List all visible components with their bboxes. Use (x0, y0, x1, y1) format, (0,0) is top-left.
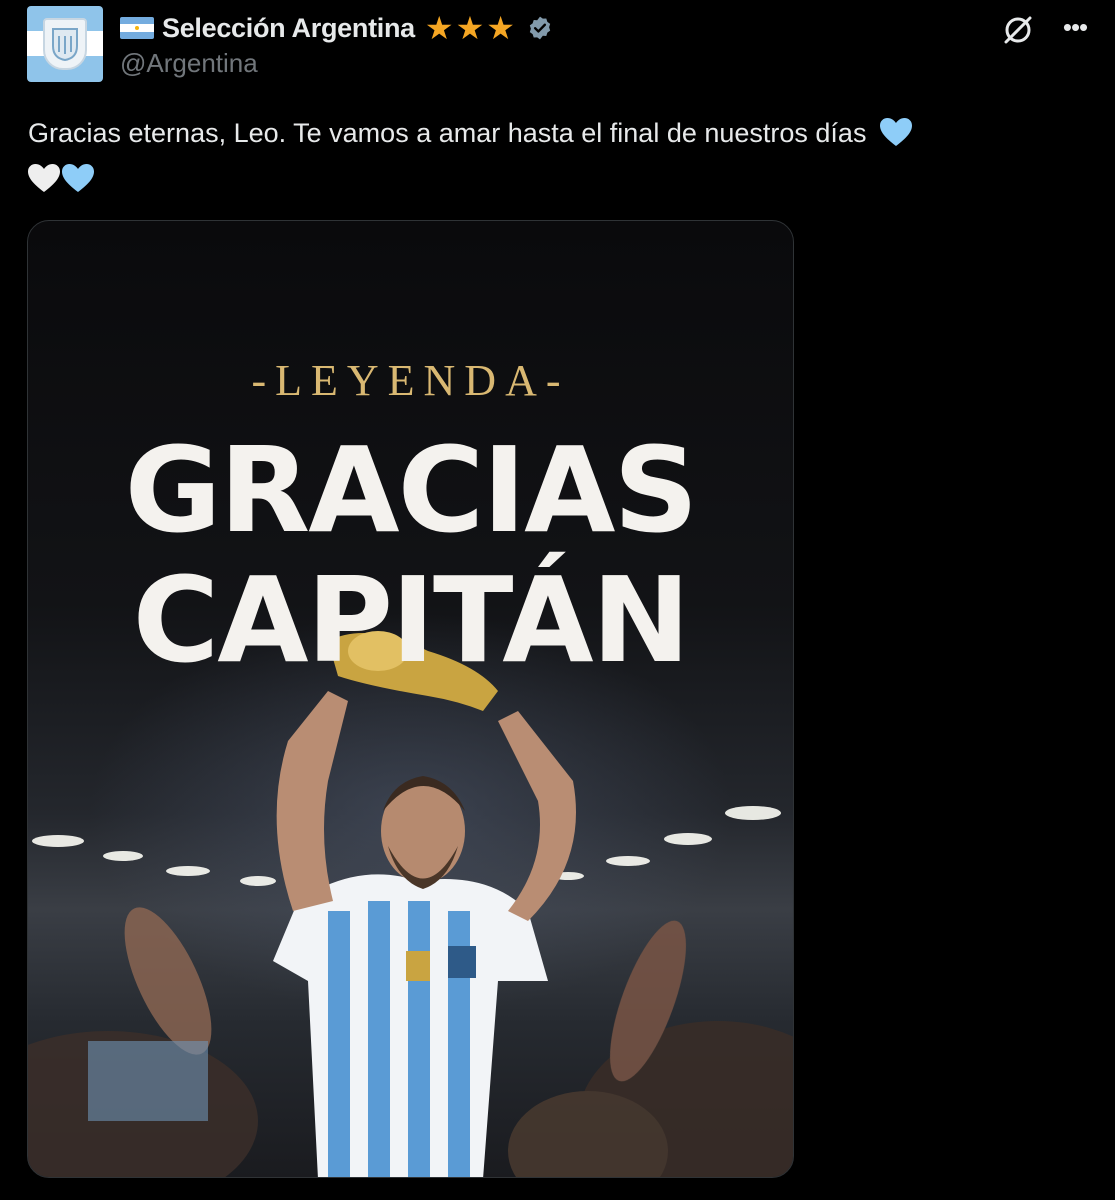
image-kicker-text: -LEYENDA- (251, 356, 570, 405)
tweet-card: Selección Argentina ★ ★ ★ @Argentina •••… (0, 0, 1115, 1200)
more-options-icon[interactable]: ••• (1058, 10, 1092, 44)
star-icon: ★ (424, 10, 454, 46)
tweet-image[interactable]: -LEYENDA- GRACIAS CAPITÁN (27, 220, 794, 1178)
verified-badge-icon[interactable] (527, 15, 553, 41)
blue-heart-icon (62, 164, 94, 192)
star-icon: ★ (486, 10, 515, 46)
blue-heart-icon (879, 118, 912, 146)
hearts-line (22, 156, 1098, 202)
account-name-row[interactable]: Selección Argentina ★ ★ ★ (120, 8, 553, 48)
argentina-flag-icon (120, 17, 154, 39)
account-handle[interactable]: @Argentina (120, 48, 258, 79)
afa-crest-icon (43, 18, 87, 70)
star-icon: ★ (455, 10, 485, 46)
image-headline-line2: CAPITÁN (132, 551, 691, 689)
image-headline-line1: GRACIAS (124, 421, 699, 559)
stars: ★ ★ ★ (425, 12, 515, 44)
white-heart-icon (28, 164, 60, 192)
tweet-body: Gracias eternas, Leo. Te vamos a amar ha… (28, 118, 867, 148)
tweet-text: Gracias eternas, Leo. Te vamos a amar ha… (28, 110, 1098, 202)
avatar[interactable] (27, 6, 103, 82)
grok-icon[interactable] (1000, 12, 1036, 48)
display-name[interactable]: Selección Argentina (162, 13, 415, 44)
